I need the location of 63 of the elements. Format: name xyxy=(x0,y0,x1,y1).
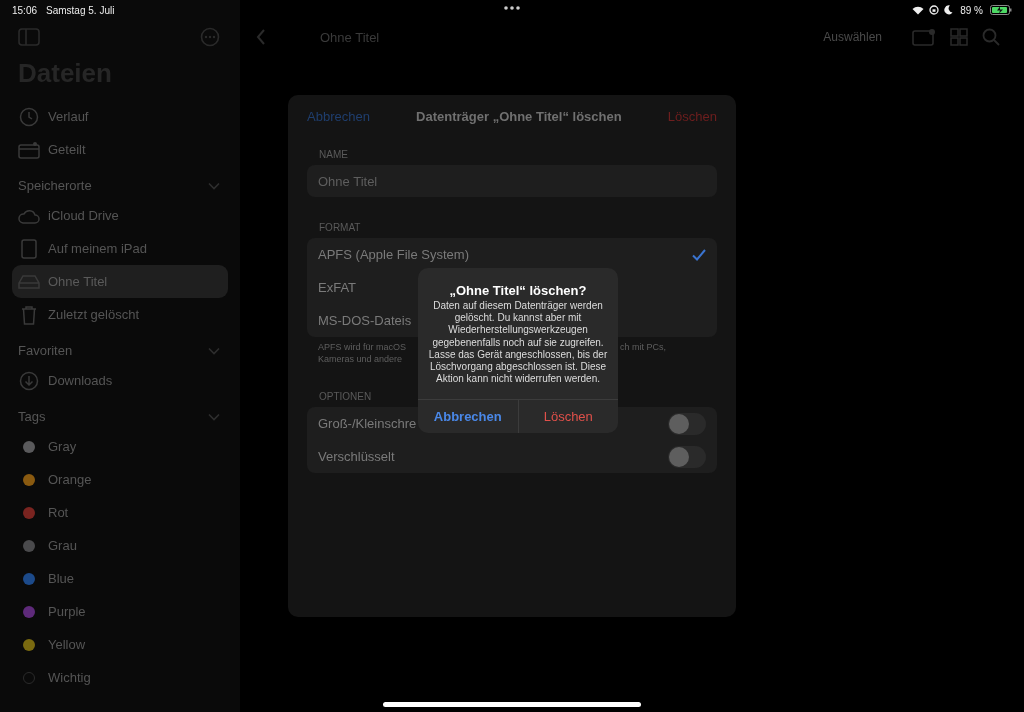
status-time: 15:06 xyxy=(12,4,38,16)
clock-icon xyxy=(18,106,40,127)
toggle-switch[interactable] xyxy=(668,412,706,435)
home-indicator[interactable] xyxy=(383,702,641,707)
toggle-switch[interactable] xyxy=(668,445,706,468)
sidebar-item[interactable]: Zuletzt gelöscht xyxy=(12,298,228,331)
sidebar-item[interactable]: Auf meinem iPad xyxy=(12,232,228,265)
folder-icon xyxy=(18,140,40,159)
sidebar-item[interactable]: Wichtig xyxy=(12,661,228,694)
sidebar-item[interactable]: iCloud Drive xyxy=(12,199,228,232)
wifi-icon xyxy=(912,5,925,15)
more-icon[interactable] xyxy=(200,27,220,47)
back-icon[interactable] xyxy=(256,28,266,46)
tablet-icon xyxy=(18,238,40,259)
format-option[interactable]: APFS (Apple File System) xyxy=(307,238,717,271)
format-note: ch mit PCs, xyxy=(620,341,666,354)
sidebar-item[interactable]: Blue xyxy=(12,562,228,595)
grid-icon[interactable] xyxy=(950,28,968,46)
sidebar-item[interactable]: Gray xyxy=(12,430,228,463)
search-icon[interactable] xyxy=(982,28,1000,46)
erase-button[interactable]: Löschen xyxy=(667,108,717,124)
format-note: APFS wird für macOS xyxy=(318,341,407,353)
section-header: Tags xyxy=(18,409,46,424)
sidebar-item[interactable]: Yellow xyxy=(12,628,228,661)
chevron-icon[interactable] xyxy=(208,181,220,190)
cloud-icon xyxy=(18,207,40,224)
sidebar-item[interactable]: Orange xyxy=(12,463,228,496)
download-icon xyxy=(18,370,40,391)
section-label: OPTIONEN xyxy=(319,391,372,402)
drive-icon xyxy=(18,273,40,290)
lock-rotation-icon xyxy=(929,5,940,15)
format-note: Kameras und andere xyxy=(318,353,404,365)
alert-message: Daten auf diesem Datenträger werden gelöscht. Du kannst aber mit Wiederherstellungswerkzeugen gegebenenfalls noch auf sie zugreifen. Lasse das Gerät angeschlossen, bis der Löschvorgang abgeschlossen ist. Diese Aktion kann nicht widerrufen werden. xyxy=(427,299,609,387)
sheet-title: Datenträger „Ohne Titel“ löschen xyxy=(416,108,622,124)
cancel-button[interactable]: Abbrechen xyxy=(307,108,370,124)
name-field[interactable]: Ohne Titel xyxy=(307,165,717,197)
sidebar-item[interactable]: Rot xyxy=(12,496,228,529)
section-label: NAME xyxy=(319,149,348,160)
status-date: Samstag 5. Juli xyxy=(46,4,115,16)
sidebar-item[interactable]: Downloads xyxy=(12,364,228,397)
option-label: Groß-/Kleinschre xyxy=(318,416,417,431)
sidebar-item[interactable]: Geteilt xyxy=(12,133,228,166)
option-label: Verschlüsselt xyxy=(318,449,395,464)
alert-button[interactable]: Abbrechen xyxy=(418,400,518,434)
sidebar-item[interactable]: Grau xyxy=(12,529,228,562)
folder-title: Ohne Titel xyxy=(320,29,380,45)
multitasking-dots-icon[interactable] xyxy=(504,6,520,10)
sidebar-toggle-icon[interactable] xyxy=(18,28,40,46)
section-header: Favoriten xyxy=(18,343,73,358)
sidebar-item[interactable]: Ohne Titel xyxy=(12,265,228,298)
sidebar-item[interactable]: Verlauf xyxy=(12,100,228,133)
alert-button[interactable]: Löschen xyxy=(517,400,618,434)
battery-charging-icon xyxy=(990,5,1012,15)
moon-icon xyxy=(944,5,954,15)
battery-percent: 89 % xyxy=(960,4,983,16)
alert-title: „Ohne Titel“ löschen? xyxy=(449,282,587,298)
select-link[interactable]: Auswählen xyxy=(823,30,882,44)
chevron-icon[interactable] xyxy=(208,346,220,355)
sidebar-item[interactable]: Purple xyxy=(12,595,228,628)
section-label: FORMAT xyxy=(319,222,361,233)
chevron-icon[interactable] xyxy=(208,412,220,421)
folder-badge-icon[interactable] xyxy=(912,28,936,46)
section-header: Speicherorte xyxy=(18,178,92,193)
